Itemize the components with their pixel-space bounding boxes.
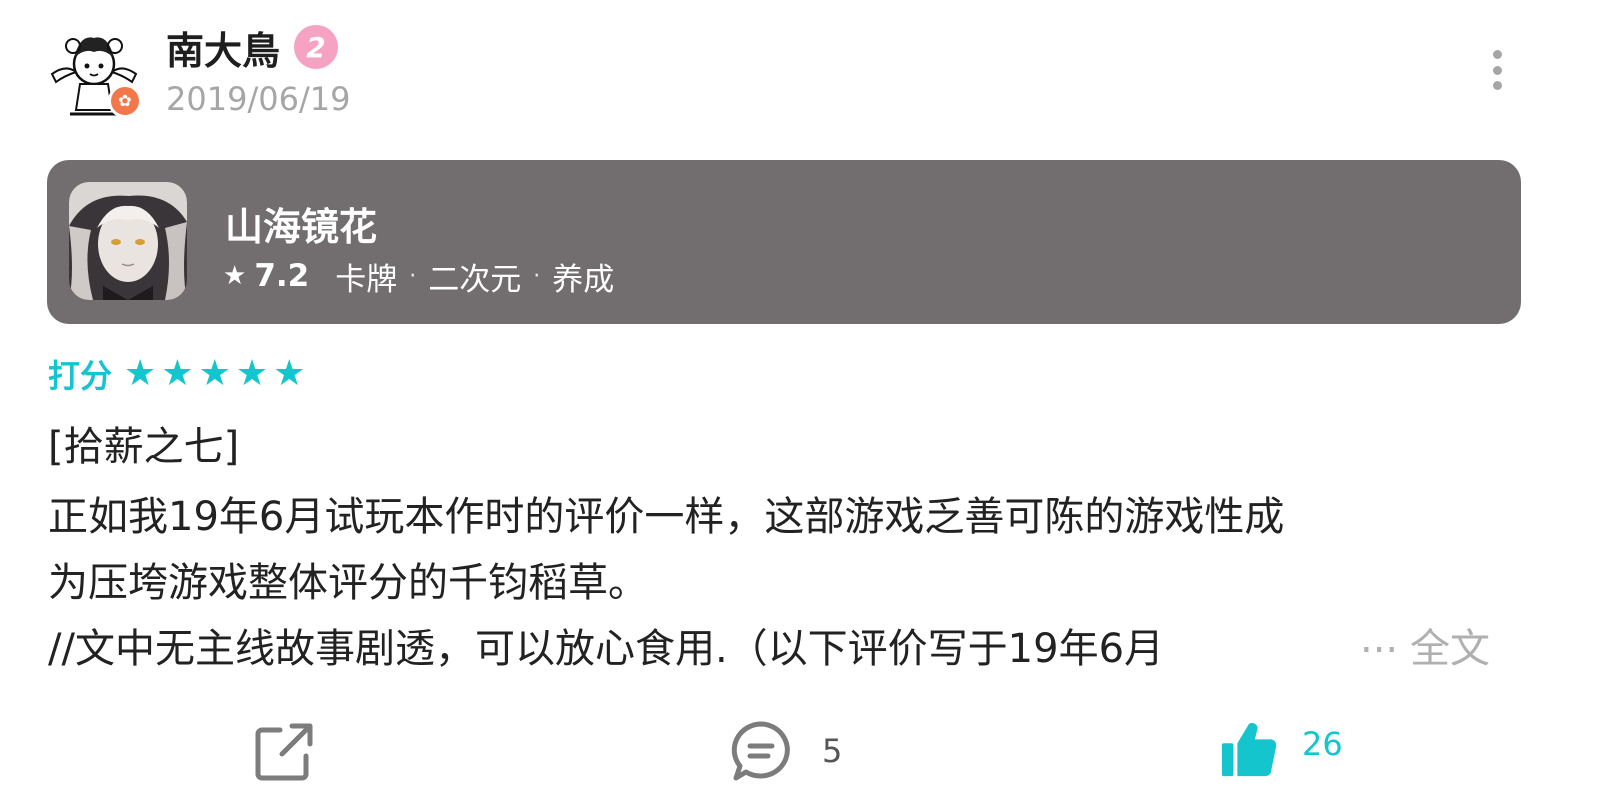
tag-separator: · bbox=[533, 263, 541, 289]
share-external-icon bbox=[255, 723, 313, 781]
game-tag[interactable]: 卡牌 bbox=[335, 254, 397, 299]
game-title: 山海镜花 bbox=[225, 205, 378, 249]
user-info: 南大鳥 2 bbox=[166, 20, 339, 75]
level-badge: 2 bbox=[294, 25, 339, 69]
review-text-line[interactable]: 为压垮游戏整体评分的千钧稻草。 bbox=[48, 550, 648, 608]
post-date: 2019/06/19 bbox=[166, 80, 351, 118]
rating-star-icon: ★ bbox=[161, 353, 194, 394]
review-card: ✿ 南大鳥 2 2019/06/19 山海镜花 ★ 7.2 卡牌 · 二次元 ·… bbox=[0, 0, 1600, 811]
game-score: 7.2 bbox=[254, 258, 310, 294]
verified-badge-icon: ✿ bbox=[108, 84, 142, 118]
tag-separator: · bbox=[409, 263, 417, 289]
dot bbox=[1492, 65, 1502, 75]
rating-star-icon: ★ bbox=[273, 353, 306, 394]
review-text-line[interactable]: 正如我19年6月试玩本作时的评价一样，这部游戏乏善可陈的游戏性成 bbox=[48, 484, 1284, 542]
username[interactable]: 南大鳥 bbox=[166, 20, 280, 75]
rating-star-icon: ★ bbox=[198, 353, 231, 394]
comment-button[interactable]: 5 bbox=[728, 716, 842, 786]
game-icon[interactable] bbox=[69, 182, 187, 300]
game-card[interactable]: 山海镜花 ★ 7.2 卡牌 · 二次元 · 养成 bbox=[47, 160, 1521, 324]
comment-bubble-icon bbox=[731, 721, 790, 781]
thumbs-up-icon bbox=[1221, 722, 1277, 777]
truncation-ellipsis: ... bbox=[1360, 616, 1399, 662]
game-meta: ★ 7.2 卡牌 · 二次元 · 养成 bbox=[223, 254, 614, 299]
dot bbox=[1492, 81, 1502, 90]
rating-star-icon: ★ bbox=[124, 353, 157, 394]
game-tag[interactable]: 养成 bbox=[552, 254, 614, 299]
rating-star-icon: ★ bbox=[235, 353, 269, 394]
review-text-line[interactable]: //文中无主线故事剧透，可以放心食用.（以下评价写于19年6月 bbox=[48, 616, 1508, 674]
rating-row: 打分 ★ ★ ★ ★ ★ bbox=[48, 352, 310, 396]
more-options-icon[interactable] bbox=[1482, 50, 1512, 90]
dot bbox=[1492, 50, 1502, 59]
like-button[interactable]: 26 bbox=[1218, 714, 1343, 784]
review-title[interactable]: [拾薪之七] bbox=[48, 414, 239, 472]
expand-full-text-link[interactable]: 全文 bbox=[1410, 616, 1490, 674]
game-art bbox=[69, 182, 187, 300]
comment-count: 5 bbox=[822, 732, 843, 770]
rating-label: 打分 bbox=[48, 357, 113, 395]
star-icon: ★ bbox=[223, 261, 247, 291]
game-tag[interactable]: 二次元 bbox=[428, 254, 521, 299]
like-count: 26 bbox=[1302, 725, 1343, 763]
share-button[interactable] bbox=[252, 718, 318, 784]
